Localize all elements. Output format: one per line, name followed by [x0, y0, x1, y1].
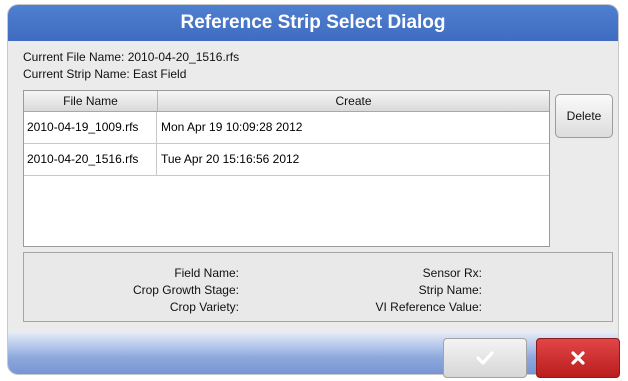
reference-file-table: File Name Create 2010-04-19_1009.rfs Mon… — [23, 90, 550, 247]
reference-strip-select-dialog: Reference Strip Select Dialog Current Fi… — [8, 5, 618, 374]
strip-name-label: Strip Name: — [418, 283, 482, 297]
crop-variety-label: Crop Variety: — [169, 300, 239, 314]
close-x-icon — [571, 351, 585, 365]
vi-reference-value-label: VI Reference Value: — [375, 300, 482, 314]
strip-details-panel: Field Name: Crop Growth Stage: Crop Vari… — [23, 252, 613, 322]
table-header: File Name Create — [24, 91, 549, 112]
current-file-name: Current File Name: 2010-04-20_1516.rfs — [23, 50, 240, 64]
field-name-label: Field Name: — [174, 266, 239, 280]
sensor-rx-label: Sensor Rx: — [422, 266, 482, 280]
checkmark-icon — [476, 351, 494, 365]
delete-button[interactable]: Delete — [555, 94, 613, 138]
file-name-cell: 2010-04-20_1516.rfs — [24, 144, 157, 175]
table-row[interactable]: 2010-04-20_1516.rfs Tue Apr 20 15:16:56 … — [24, 144, 549, 176]
ok-button[interactable] — [443, 338, 527, 378]
cancel-button[interactable] — [536, 338, 620, 378]
create-date-cell: Tue Apr 20 15:16:56 2012 — [161, 152, 300, 166]
current-strip-name: Current Strip Name: East Field — [23, 67, 187, 81]
create-date-cell: Mon Apr 19 10:09:28 2012 — [161, 120, 303, 134]
column-header-create[interactable]: Create — [158, 91, 549, 111]
column-header-file-name[interactable]: File Name — [24, 91, 158, 111]
dialog-title: Reference Strip Select Dialog — [8, 5, 618, 41]
table-row[interactable]: 2010-04-19_1009.rfs Mon Apr 19 10:09:28 … — [24, 112, 549, 144]
crop-growth-stage-label: Crop Growth Stage: — [132, 283, 239, 297]
file-name-cell: 2010-04-19_1009.rfs — [24, 112, 157, 143]
